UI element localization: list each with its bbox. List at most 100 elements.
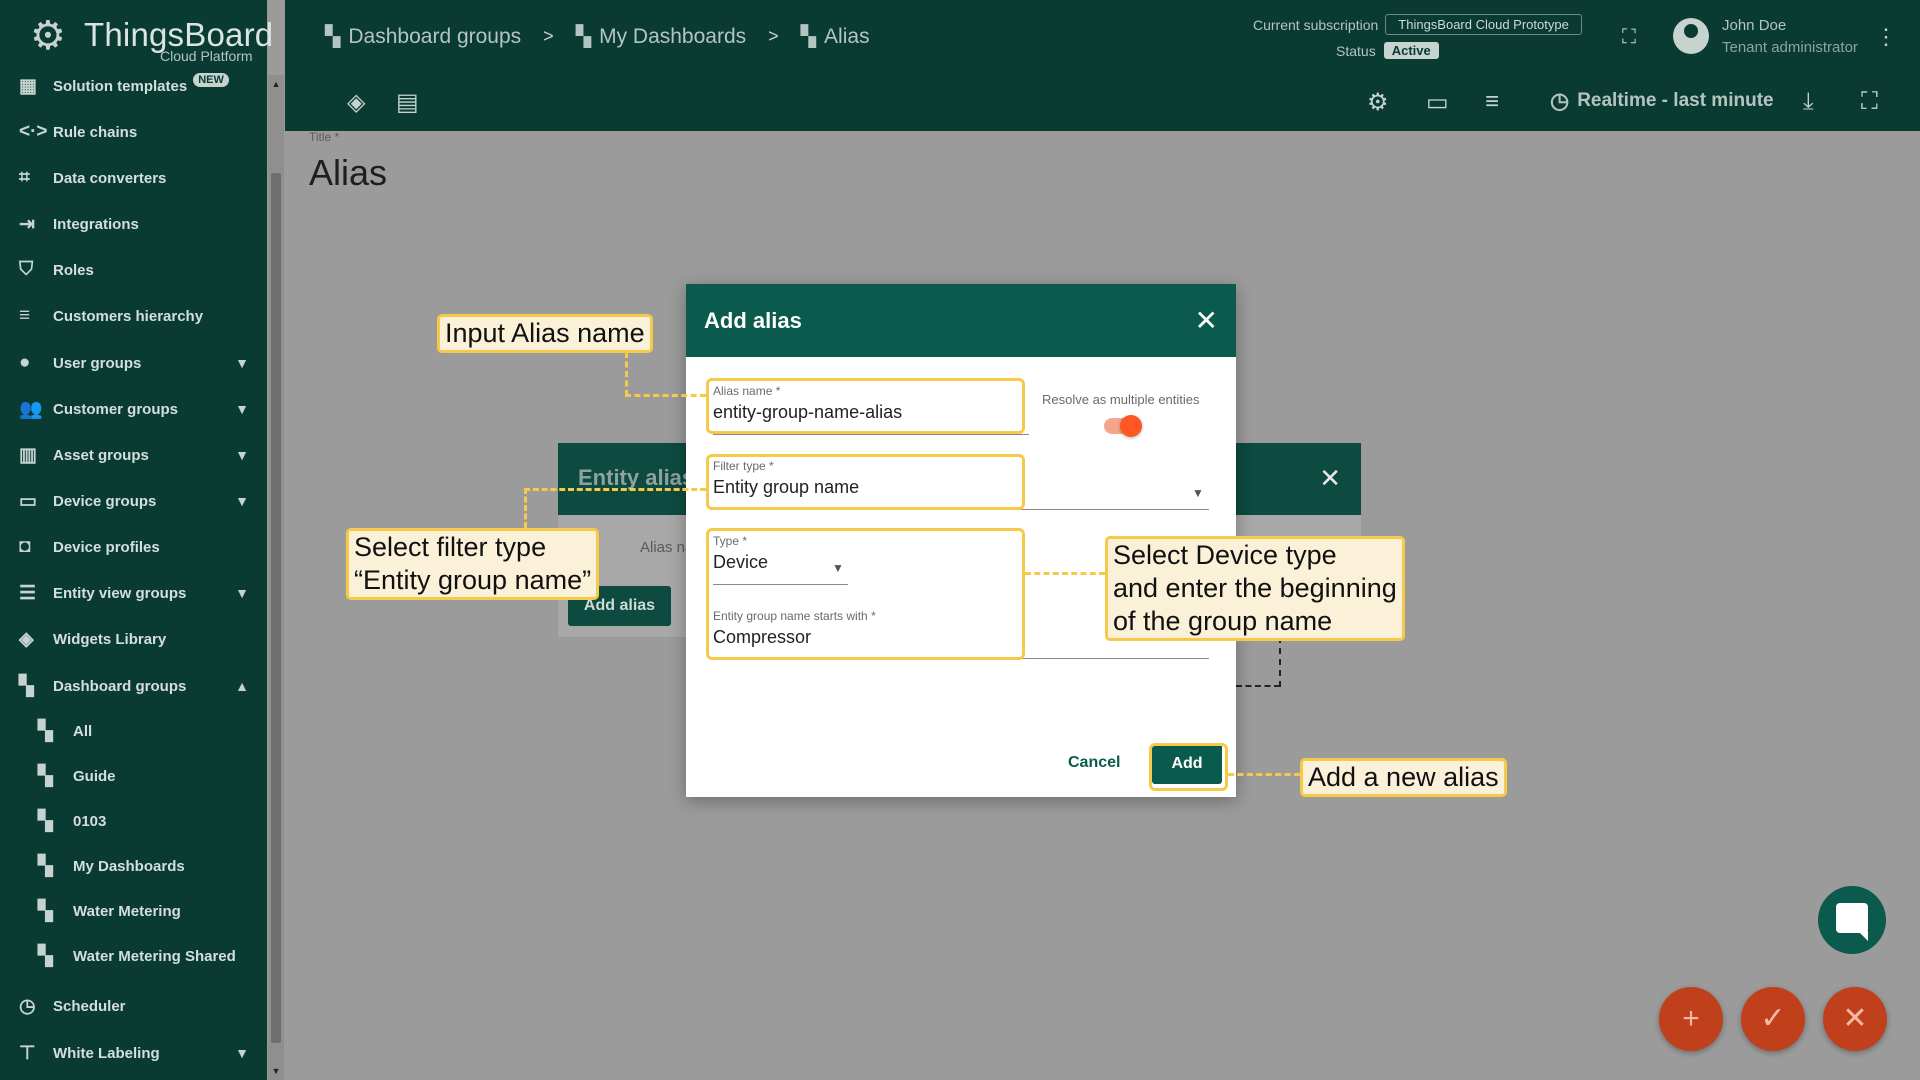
sidebar-item-widgets-library[interactable]: ◈ Widgets Library <box>0 619 267 659</box>
breadcrumb-dashboard-groups[interactable]: ▚ Dashboard groups <box>325 24 521 49</box>
subscription-value[interactable]: ThingsBoard Cloud Prototype <box>1385 14 1582 35</box>
dashboard-icon: ▚ <box>800 26 817 48</box>
sidebar-item-scheduler[interactable]: ◷ Scheduler <box>0 986 267 1026</box>
settings-icon[interactable]: ⚙ <box>1367 88 1389 117</box>
callout-connector <box>524 488 527 528</box>
highlight-add-button <box>1149 743 1228 791</box>
add-widget-button[interactable]: + <box>1659 987 1723 1051</box>
devices-icon: ▭ <box>19 490 37 512</box>
view-list-icon: ☰ <box>19 582 37 604</box>
layers-icon[interactable]: ◈ <box>347 88 365 117</box>
sidebar-item-my-dashboards[interactable]: ▚ My Dashboards <box>0 846 267 886</box>
dashboard-icon: ▚ <box>38 855 53 877</box>
page-title[interactable]: Alias <box>309 152 387 194</box>
callout-connector <box>625 352 628 396</box>
dashboard-icon: ▚ <box>575 26 592 48</box>
widgets-icon: ◈ <box>19 628 34 650</box>
dropdown-arrow-icon[interactable]: ▼ <box>1192 486 1204 500</box>
decline-changes-button[interactable]: ✕ <box>1823 987 1887 1051</box>
sort-lines-icon: ≡ <box>19 305 31 326</box>
dashboard-icon: ▚ <box>38 945 53 967</box>
transform-icon: ⌗ <box>19 167 30 188</box>
code-arrows-icon: <·> <box>19 121 48 142</box>
sidebar-item-water-metering[interactable]: ▚ Water Metering <box>0 891 267 931</box>
resolve-multiple-toggle[interactable] <box>1104 415 1142 437</box>
breadcrumb-separator: > <box>543 26 554 46</box>
chevron-down-icon: ▼ <box>235 447 249 463</box>
input-icon: ⇥ <box>19 213 35 235</box>
apps-icon: ▦ <box>19 75 37 97</box>
chat-icon <box>1836 903 1868 941</box>
close-icon[interactable]: ✕ <box>1195 304 1218 337</box>
sidebar-item-device-groups[interactable]: ▭ Device groups ▼ <box>0 481 267 521</box>
sidebar-item-white-labeling[interactable]: ⊤ White Labeling ▼ <box>0 1033 267 1073</box>
sidebar-item-integrations[interactable]: ⇥ Integrations <box>0 204 267 244</box>
chevron-down-icon: ▼ <box>235 1045 249 1061</box>
subscription-label: Current subscription <box>1253 16 1379 33</box>
breadcrumb-my-dashboards[interactable]: ▚ My Dashboards <box>576 24 746 49</box>
sidebar-item-customers-hierarchy[interactable]: ≡ Customers hierarchy <box>0 296 267 336</box>
sidebar-item-roles[interactable]: ⛉ Roles <box>0 250 267 290</box>
device-profile-icon: ◘ <box>19 536 31 557</box>
cancel-button[interactable]: Cancel <box>1068 754 1120 772</box>
user-name[interactable]: John Doe <box>1722 17 1786 34</box>
account-circle-icon: ● <box>19 352 31 373</box>
sidebar-item-device-profiles[interactable]: ◘ Device profiles <box>0 527 267 567</box>
add-alias-header: Add alias ✕ <box>686 284 1236 357</box>
chevron-down-icon: ▼ <box>235 401 249 417</box>
dashboard-icon: ▚ <box>325 26 341 48</box>
sidebar-item-all[interactable]: ▚ All <box>0 711 267 751</box>
dashboard-icon: ▚ <box>38 720 53 742</box>
sidebar-item-asset-groups[interactable]: ▥ Asset groups ▼ <box>0 435 267 475</box>
sidebar-item-0103[interactable]: ▚ 0103 <box>0 801 267 841</box>
sidebar-item-data-converters[interactable]: ⌗ Data converters <box>0 158 267 198</box>
sidebar-item-entity-view-groups[interactable]: ☰ Entity view groups ▼ <box>0 573 267 613</box>
status-label: Status <box>1336 42 1376 59</box>
callout-select-device-type: Select Device type and enter the beginni… <box>1105 536 1405 641</box>
avatar[interactable] <box>1673 18 1709 54</box>
chevron-down-icon: ▼ <box>235 355 249 371</box>
people-icon: 👥 <box>19 399 43 420</box>
apply-changes-button[interactable]: ✓ <box>1741 987 1805 1051</box>
chevron-up-icon: ▲ <box>235 678 249 694</box>
layout-icon[interactable]: ▤ <box>396 88 419 117</box>
sidebar-item-customer-groups[interactable]: 👥 Customer groups ▼ <box>0 389 267 429</box>
brand-logo[interactable]: ⚙ ThingsBoard Cloud Platform <box>30 10 273 66</box>
sidebar-item-user-groups[interactable]: ● User groups ▼ <box>0 343 267 383</box>
brand-subtitle: Cloud Platform <box>160 48 253 64</box>
chat-button[interactable] <box>1818 886 1886 954</box>
sidebar-item-guide[interactable]: ▚ Guide <box>0 756 267 796</box>
fullscreen-icon[interactable]: ⛶ <box>1861 88 1878 116</box>
callout-connector <box>524 488 706 491</box>
sidebar-item-dashboard-groups[interactable]: ▚ Dashboard groups ▲ <box>0 666 267 706</box>
callout-add-new-alias: Add a new alias <box>1300 758 1507 797</box>
dialog-title: Add alias <box>704 308 802 333</box>
scrollbar-thumb[interactable] <box>271 173 281 1043</box>
callout-select-filter-type: Select filter type “Entity group name” <box>346 528 600 600</box>
more-vert-icon[interactable]: ⋮ <box>1875 24 1897 50</box>
breadcrumb-separator: > <box>768 26 779 46</box>
close-icon[interactable]: ✕ <box>1319 463 1341 494</box>
sidebar: ⚙ ThingsBoard Cloud Platform ▦ Solution … <box>0 0 273 1080</box>
scroll-down-icon[interactable]: ▼ <box>271 1066 281 1076</box>
clock-icon: ◷ <box>1550 88 1570 113</box>
user-role: Tenant administrator <box>1722 39 1858 56</box>
breadcrumb: ▚ Dashboard groups > ▚ My Dashboards > ▚… <box>325 24 870 49</box>
dashboard-icon: ▚ <box>38 765 53 787</box>
scroll-up-icon[interactable]: ▲ <box>271 79 281 89</box>
callout-input-alias-name: Input Alias name <box>437 314 653 353</box>
sidebar-item-water-metering-shared[interactable]: ▚ Water Metering Shared <box>0 936 267 976</box>
sidebar-item-solution-templates[interactable]: ▦ Solution templates NEW <box>0 66 267 106</box>
sidebar-item-rule-chains[interactable]: <·> Rule chains <box>0 112 267 152</box>
callout-connector <box>625 394 706 397</box>
sidebar-scrollbar[interactable]: ▲ ▼ <box>268 75 284 1080</box>
timewindow-button[interactable]: ◷ Realtime - last minute <box>1550 88 1774 114</box>
download-icon[interactable]: ⤓ <box>1803 88 1814 116</box>
clock-icon: ◷ <box>19 995 36 1017</box>
fullscreen-icon[interactable]: ⛶ <box>1622 26 1636 49</box>
filter-icon[interactable]: ≡ <box>1485 88 1499 116</box>
highlight-filter-type <box>706 454 1025 510</box>
thingsboard-logo-icon: ⚙ <box>30 14 66 58</box>
devices-toggle-icon[interactable]: ▭ <box>1426 88 1449 117</box>
dashed-connector <box>1279 637 1281 687</box>
